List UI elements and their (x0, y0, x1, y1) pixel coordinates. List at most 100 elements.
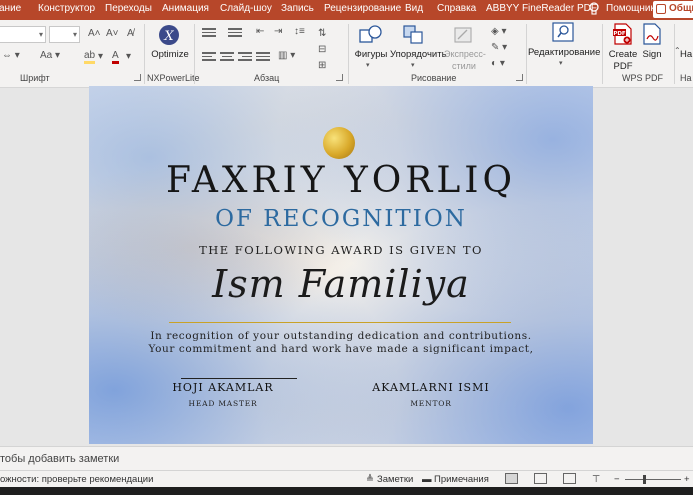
recipient-name[interactable]: Ism Familiya (89, 262, 593, 306)
justify-icon[interactable] (256, 52, 270, 62)
sign-icon[interactable] (642, 23, 662, 45)
reading-view-icon[interactable] (563, 473, 576, 484)
partial-button[interactable]: На (680, 49, 692, 60)
tab-help[interactable]: Справка (437, 3, 476, 14)
numbering-icon[interactable] (228, 28, 242, 38)
create-pdf-button[interactable]: Create (606, 49, 640, 60)
group-divider (194, 24, 195, 84)
collapse-ribbon-icon[interactable]: ⌃ (674, 46, 681, 55)
increase-indent-icon[interactable]: ⇥ (274, 26, 282, 37)
signature-role-left[interactable]: HEAD MASTER (153, 399, 293, 408)
shapes-button[interactable]: Фигуры (353, 49, 389, 60)
tab-design[interactable]: Конструктор (38, 3, 95, 14)
line-spacing-icon[interactable]: ↕≡ (294, 26, 305, 37)
clear-format-icon[interactable]: A̸ (127, 28, 134, 39)
shape-effects-icon[interactable]: ◐ ▾ (491, 58, 505, 69)
align-left-icon[interactable] (202, 52, 216, 62)
decrease-font-icon[interactable]: A˅ (106, 28, 119, 39)
drawing-dialog-launcher-icon[interactable] (516, 74, 523, 81)
certificate-slide[interactable]: FAXRIY YORLIQ OF RECOGNITION THE FOLLOWI… (89, 86, 593, 444)
notes-pane[interactable]: тобы добавить заметки (0, 446, 693, 470)
tab-abbyy[interactable]: ABBYY FineReader PDF (486, 3, 597, 14)
zoom-slider-thumb[interactable] (643, 475, 646, 484)
zoom-out-icon[interactable]: − (614, 474, 620, 485)
shape-fill-icon[interactable]: ◈ ▾ (491, 26, 507, 37)
zoom-in-icon[interactable]: + (684, 474, 690, 485)
columns-icon[interactable]: ▥ ▾ (278, 50, 295, 61)
highlight-icon[interactable]: ab (84, 50, 96, 64)
font-dialog-launcher-icon[interactable] (134, 74, 141, 81)
create-pdf-icon[interactable]: PDF (612, 23, 634, 45)
signature-name-left[interactable]: HOJI AKAMLAR (153, 381, 293, 394)
font-color-dropdown-icon[interactable]: ▾ (126, 51, 131, 62)
align-right-icon[interactable] (238, 52, 252, 62)
certificate-title[interactable]: FAXRIY YORLIQ (89, 160, 593, 201)
notes-toggle-icon[interactable]: ≜ (366, 474, 374, 485)
change-case-icon[interactable]: Aa ▾ (40, 50, 60, 61)
certificate-body[interactable]: In recognition of your outstanding dedic… (89, 330, 593, 356)
arrange-icon[interactable] (402, 24, 426, 46)
create-pdf-button-line2: PDF (613, 61, 633, 72)
normal-view-icon[interactable] (505, 473, 518, 484)
svg-text:PDF: PDF (613, 31, 626, 37)
quick-styles-button[interactable]: Экспресс- (444, 49, 486, 59)
tab-view[interactable]: Вид (405, 3, 423, 14)
share-button[interactable]: Общий (653, 1, 693, 18)
editing-dropdown-icon[interactable]: ▾ (559, 59, 563, 67)
shape-outline-icon[interactable]: ✎ ▾ (491, 42, 507, 53)
tab-tell-me[interactable]: Помощник (606, 3, 655, 14)
nxpowerlite-optimize-icon[interactable]: X (158, 24, 180, 46)
ribbon-tab-bar: ание Конструктор Переходы Анимация Слайд… (0, 0, 693, 20)
shapes-dropdown-icon[interactable]: ▾ (366, 61, 370, 69)
optimize-button[interactable]: Optimize (150, 49, 190, 60)
slide-sorter-icon[interactable] (534, 473, 547, 484)
align-text-icon[interactable]: ⊟ (318, 44, 326, 55)
align-center-icon[interactable] (220, 52, 234, 62)
group-label-wps-pdf: WPS PDF (622, 73, 664, 83)
gold-seal-icon (323, 127, 355, 159)
editing-search-icon[interactable] (552, 22, 574, 42)
zoom-slider[interactable] (625, 479, 681, 480)
editing-button[interactable]: Редактирование (528, 47, 600, 58)
increase-font-icon[interactable]: A˄ (88, 28, 101, 39)
tab-animations[interactable]: Анимация (162, 3, 209, 14)
font-size-combo[interactable]: ▾ (49, 26, 80, 43)
slideshow-view-icon[interactable]: ⊤ (592, 474, 600, 485)
signature-role-right[interactable]: MENTOR (361, 399, 501, 408)
paragraph-dialog-launcher-icon[interactable] (336, 74, 343, 81)
tab-slideshow[interactable]: Слайд-шоу (220, 3, 272, 14)
font-name-combo[interactable]: ▾ (0, 26, 46, 43)
arrange-button[interactable]: Упорядочить (390, 49, 447, 60)
arrange-dropdown-icon[interactable]: ▾ (411, 61, 415, 69)
group-label-partial: На (680, 73, 692, 83)
notes-toggle-button[interactable]: Заметки (377, 474, 413, 485)
certificate-given-line[interactable]: THE FOLLOWING AWARD IS GIVEN TO (89, 243, 593, 257)
tab-record[interactable]: Запись (281, 3, 314, 14)
body-line-1: In recognition of your outstanding dedic… (150, 330, 532, 342)
gold-divider (169, 322, 511, 323)
shapes-icon[interactable] (359, 24, 383, 46)
decrease-indent-icon[interactable]: ⇤ (256, 26, 264, 37)
lightbulb-icon[interactable] (588, 2, 600, 16)
tab-review[interactable]: Рецензирование (324, 3, 401, 14)
quick-styles-icon[interactable] (453, 24, 475, 46)
comments-icon[interactable]: ▬ (422, 474, 432, 485)
body-line-2: Your commitment and hard work have made … (148, 343, 534, 355)
certificate-subtitle[interactable]: OF RECOGNITION (89, 206, 593, 232)
group-label-font: Шрифт (20, 73, 50, 83)
comments-button[interactable]: Примечания (434, 474, 489, 485)
smartart-icon[interactable]: ⊞ (318, 60, 326, 71)
text-direction-icon[interactable]: ⇅ (318, 28, 326, 39)
svg-text:X: X (163, 29, 174, 44)
bullets-icon[interactable] (202, 28, 216, 38)
font-color-icon[interactable]: A (112, 50, 119, 64)
group-label-drawing: Рисование (411, 73, 457, 83)
highlight-dropdown-icon[interactable]: ▾ (98, 51, 103, 62)
tab-transitions[interactable]: Переходы (105, 3, 152, 14)
notes-placeholder: тобы добавить заметки (0, 453, 120, 465)
signature-name-right[interactable]: AKAMLARNI ISMI (361, 381, 501, 394)
accessibility-status[interactable]: ожности: проверьте рекомендации (0, 474, 153, 485)
tab-insert[interactable]: ание (0, 3, 21, 14)
character-spacing-icon[interactable]: ⇔ ▾ (2, 50, 20, 61)
sign-button[interactable]: Sign (638, 49, 666, 60)
